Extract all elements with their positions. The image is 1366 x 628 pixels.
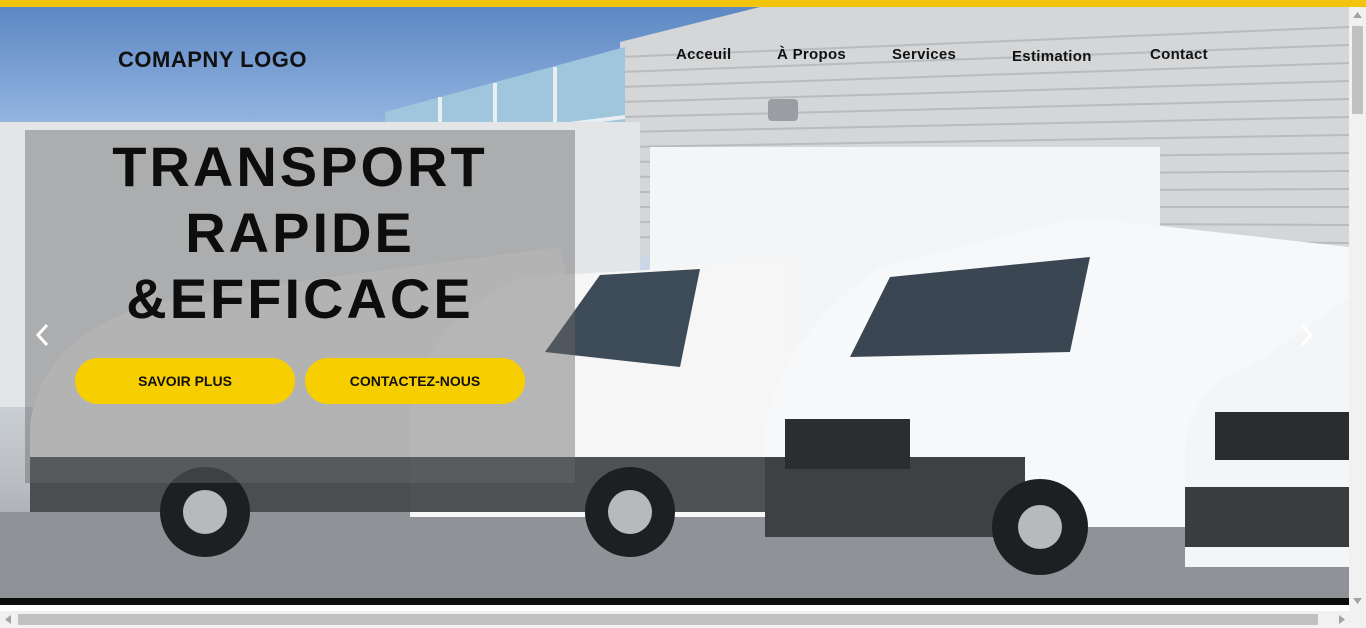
savoir-plus-button[interactable]: SAVOIR PLUS <box>75 358 295 404</box>
nav-contact[interactable]: Contact <box>1150 46 1208 63</box>
scroll-right-icon[interactable] <box>1338 614 1346 625</box>
top-accent-bar <box>0 0 1366 7</box>
hero-bottom-bar <box>0 598 1366 605</box>
nav-services[interactable]: Services <box>892 46 956 63</box>
headline-line-3: &EFFICACE <box>126 267 474 330</box>
horizontal-scrollbar-thumb[interactable] <box>18 614 1318 625</box>
chevron-left-icon <box>35 323 49 347</box>
contactez-nous-button[interactable]: CONTACTEZ-NOUS <box>305 358 525 404</box>
carousel-next-button[interactable] <box>1294 321 1318 349</box>
carousel-prev-button[interactable] <box>31 321 55 349</box>
scroll-left-icon[interactable] <box>4 614 12 625</box>
nav-a-propos[interactable]: À Propos <box>777 46 846 63</box>
nav-acceuil[interactable]: Acceuil <box>676 46 731 63</box>
nav-estimation[interactable]: Estimation <box>1012 48 1092 65</box>
chevron-right-icon <box>1300 323 1314 347</box>
scroll-up-icon[interactable] <box>1352 11 1363 19</box>
hero-carousel: COMAPNY LOGO Acceuil À Propos Services E… <box>0 7 1349 605</box>
hero-headline: TRANSPORT RAPIDE &EFFICACE <box>25 134 575 332</box>
headline-line-1: TRANSPORT <box>112 135 488 198</box>
headline-line-2: RAPIDE <box>185 201 415 264</box>
company-logo[interactable]: COMAPNY LOGO <box>118 47 307 73</box>
scroll-down-icon[interactable] <box>1352 597 1363 605</box>
vertical-scrollbar-thumb[interactable] <box>1352 26 1363 114</box>
